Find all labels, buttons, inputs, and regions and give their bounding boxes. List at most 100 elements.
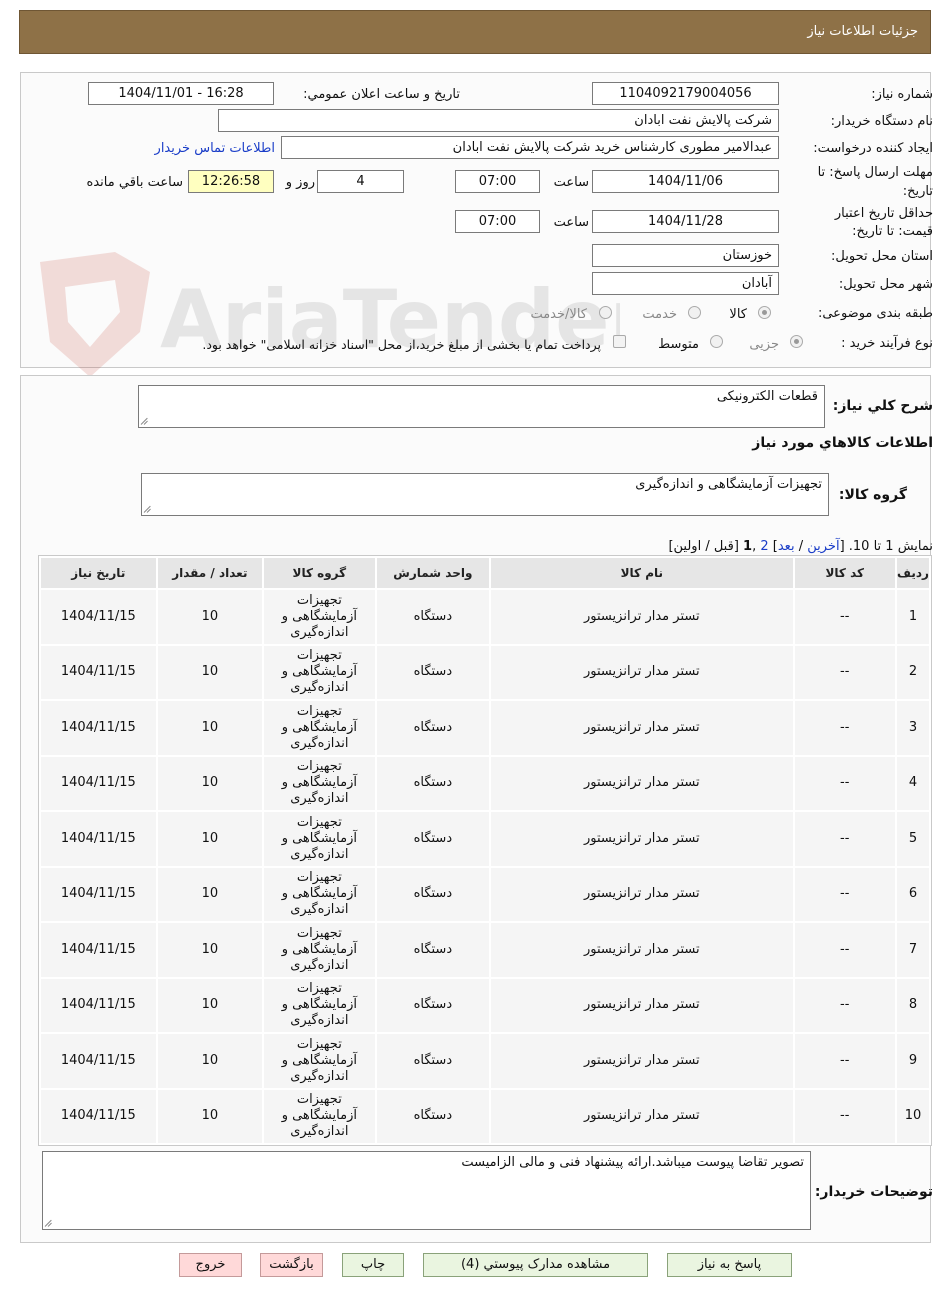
- process-radio-medium[interactable]: [710, 335, 723, 348]
- validity-time-field[interactable]: 07:00: [455, 210, 540, 233]
- column-header-item-code: کد کالا: [794, 558, 895, 588]
- resize-grip-icon[interactable]: [45, 1219, 53, 1227]
- validity-label-line2: قیمت: تا تاریخ:: [852, 224, 933, 239]
- quantity-cell: 10: [157, 923, 263, 977]
- category-option-goods: کالا: [729, 307, 747, 322]
- row-number-cell: 6: [896, 867, 929, 921]
- goods-group-value: تجهیزات آزمایشگاهی و اندازه‌گیری: [635, 477, 822, 492]
- items-table: ردیف کد کالا نام کالا واحد شمارش گروه کا…: [39, 556, 931, 1145]
- reply-button[interactable]: پاسخ به نیاز: [667, 1253, 792, 1277]
- need-date-cell: 1404/11/15: [41, 590, 156, 644]
- need-date-cell: 1404/11/15: [41, 756, 156, 810]
- resize-grip-icon[interactable]: [141, 417, 149, 425]
- exit-button[interactable]: خروج: [179, 1253, 242, 1277]
- deadline-date-field[interactable]: 1404/11/06: [592, 170, 779, 193]
- validity-label-line1: حداقل تاریخ اعتبار: [834, 206, 933, 221]
- announce-field[interactable]: 1404/11/01 - 16:28: [88, 82, 274, 105]
- province-field[interactable]: خوزستان: [592, 244, 779, 267]
- goods-group-cell: تجهیزات آزمایشگاهی و اندازه‌گیری: [264, 812, 375, 866]
- need-date-cell: 1404/11/15: [41, 1089, 156, 1143]
- quantity-cell: 10: [157, 867, 263, 921]
- goods-group-label: گروه کالا:: [838, 487, 907, 503]
- city-field[interactable]: آبادان: [592, 272, 779, 295]
- row-number-cell: 4: [896, 756, 929, 810]
- goods-group-cell: تجهیزات آزمایشگاهی و اندازه‌گیری: [264, 645, 375, 699]
- pagination-mid: ]: [768, 539, 778, 554]
- buyer-notes-value: تصویر تقاضا پیوست میباشد.ارائه پیشنهاد ف…: [461, 1155, 804, 1170]
- table-row: 3 -- تستر مدار ترانزیستور دستگاه تجهیزات آزم…: [41, 701, 929, 755]
- item-name-cell: تستر مدار ترانزیستور: [491, 867, 793, 921]
- creator-field[interactable]: عبدالامیر مطوری کارشناس خرید شرکت پالایش…: [281, 136, 779, 159]
- need-date-cell: 1404/11/15: [41, 812, 156, 866]
- category-radio-service[interactable]: [688, 306, 701, 319]
- table-body: 1 -- تستر مدار ترانزیستور دستگاه تجهیزات آزم…: [41, 590, 929, 1143]
- item-name-cell: تستر مدار ترانزیستور: [491, 590, 793, 644]
- pagination-last-link[interactable]: آخرین: [807, 539, 839, 554]
- table-row: 4 -- تستر مدار ترانزیستور دستگاه تجهیزات آزم…: [41, 756, 929, 810]
- announce-label: تاریخ و ساعت اعلان عمومي:: [303, 87, 460, 102]
- goods-group-cell: تجهیزات آزمایشگاهی و اندازه‌گیری: [264, 1089, 375, 1143]
- pagination-prefix: نمایش 1 تا 10. [: [839, 539, 933, 554]
- days-field[interactable]: 4: [317, 170, 404, 193]
- buyer-contact-link[interactable]: اطلاعات تماس خریدار: [155, 141, 275, 156]
- row-number-cell: 5: [896, 812, 929, 866]
- process-option-medium: متوسط: [658, 337, 699, 352]
- buyer-field[interactable]: شرکت پالایش نفت ابادان: [218, 109, 779, 132]
- item-code-cell: --: [794, 756, 895, 810]
- category-radio-goods[interactable]: [758, 306, 771, 319]
- remaining-time-field: 12:26:58: [188, 170, 274, 193]
- unit-cell: دستگاه: [376, 756, 490, 810]
- pagination-next-link[interactable]: بعد: [778, 539, 795, 554]
- quantity-cell: 10: [157, 1089, 263, 1143]
- item-code-cell: --: [794, 701, 895, 755]
- print-button[interactable]: چاپ: [342, 1253, 404, 1277]
- quantity-cell: 10: [157, 978, 263, 1032]
- quantity-cell: 10: [157, 756, 263, 810]
- goods-group-cell: تجهیزات آزمایشگاهی و اندازه‌گیری: [264, 1034, 375, 1088]
- table-header-row: ردیف کد کالا نام کالا واحد شمارش گروه کا…: [41, 558, 929, 588]
- row-number-cell: 3: [896, 701, 929, 755]
- item-name-cell: تستر مدار ترانزیستور: [491, 1034, 793, 1088]
- view-attachments-button[interactable]: مشاهده مدارک پیوستي (4): [423, 1253, 648, 1277]
- table-row: 6 -- تستر مدار ترانزیستور دستگاه تجهیزات آزم…: [41, 867, 929, 921]
- validity-date-field[interactable]: 1404/11/28: [592, 210, 779, 233]
- table-row: 1 -- تستر مدار ترانزیستور دستگاه تجهیزات آزم…: [41, 590, 929, 644]
- process-option-partial: جزیی: [749, 337, 779, 352]
- treasury-payment-checkbox[interactable]: [613, 335, 626, 348]
- process-label: نوع فرآیند خرید :: [841, 336, 933, 351]
- column-header-row-number: ردیف: [896, 558, 929, 588]
- buyer-notes-textarea[interactable]: تصویر تقاضا پیوست میباشد.ارائه پیشنهاد ف…: [42, 1151, 811, 1230]
- unit-cell: دستگاه: [376, 590, 490, 644]
- pagination-page-2-link[interactable]: 2: [760, 539, 768, 554]
- row-number-cell: 8: [896, 978, 929, 1032]
- need-date-cell: 1404/11/15: [41, 867, 156, 921]
- back-button[interactable]: بازگشت: [260, 1253, 323, 1277]
- need-number-field[interactable]: 1104092179004056: [592, 82, 779, 105]
- item-code-cell: --: [794, 978, 895, 1032]
- category-label: طبقه بندی موضوعی:: [817, 306, 933, 321]
- table-row: 2 -- تستر مدار ترانزیستور دستگاه تجهیزات آزم…: [41, 645, 929, 699]
- items-table-wrapper: ردیف کد کالا نام کالا واحد شمارش گروه کا…: [38, 555, 932, 1146]
- table-row: 9 -- تستر مدار ترانزیستور دستگاه تجهیزات آزم…: [41, 1034, 929, 1088]
- unit-cell: دستگاه: [376, 978, 490, 1032]
- deadline-time-label: ساعت: [553, 175, 589, 190]
- description-textarea[interactable]: قطعات الکترونیکی: [138, 385, 825, 428]
- item-code-cell: --: [794, 867, 895, 921]
- resize-grip-icon[interactable]: [144, 505, 152, 513]
- row-number-cell: 2: [896, 645, 929, 699]
- description-value: قطعات الکترونیکی: [716, 389, 818, 404]
- process-radio-partial[interactable]: [790, 335, 803, 348]
- quantity-cell: 10: [157, 812, 263, 866]
- goods-group-textarea[interactable]: تجهیزات آزمایشگاهی و اندازه‌گیری: [141, 473, 829, 516]
- goods-group-cell: تجهیزات آزمایشگاهی و اندازه‌گیری: [264, 590, 375, 644]
- treasury-payment-note: پرداخت تمام یا بخشی از مبلغ خرید،از محل …: [202, 337, 601, 352]
- page-title: جزئیات اطلاعات نیاز: [807, 24, 918, 39]
- category-radio-both[interactable]: [599, 306, 612, 319]
- pagination: نمایش 1 تا 10. [آخرین / بعد] 2 ,1 [قبل /…: [668, 539, 933, 554]
- deadline-time-field[interactable]: 07:00: [455, 170, 540, 193]
- need-date-cell: 1404/11/15: [41, 923, 156, 977]
- unit-cell: دستگاه: [376, 812, 490, 866]
- row-number-cell: 7: [896, 923, 929, 977]
- row-number-cell: 1: [896, 590, 929, 644]
- unit-cell: دستگاه: [376, 923, 490, 977]
